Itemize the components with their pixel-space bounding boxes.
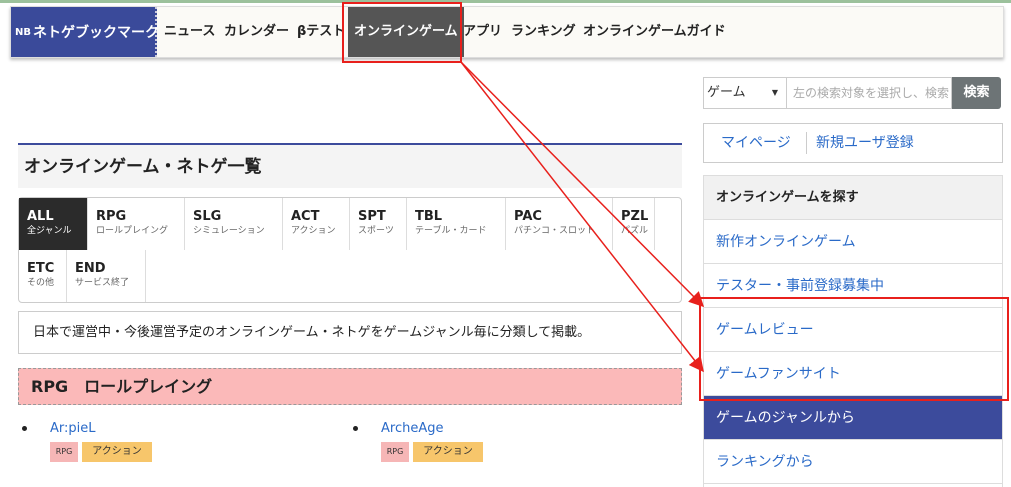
arrow-to-fansite: [460, 61, 704, 373]
annotation-arrows: [460, 61, 705, 373]
arrow-to-review: [460, 61, 705, 308]
